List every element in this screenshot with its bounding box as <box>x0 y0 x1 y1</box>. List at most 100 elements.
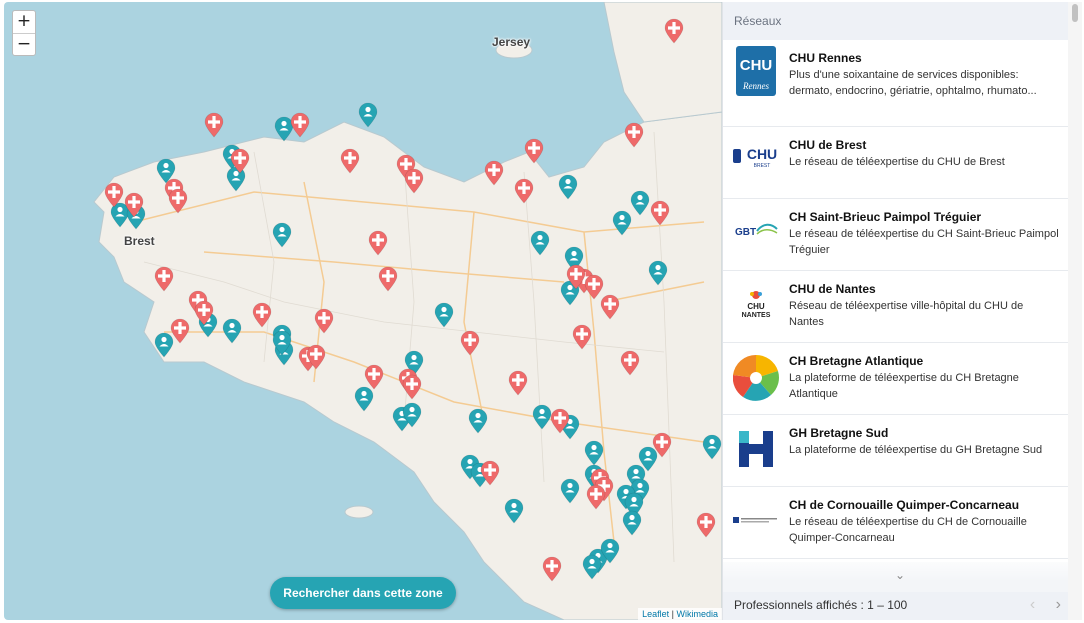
network-name: CH de Cornouaille Quimper-Concarneau <box>789 498 1020 512</box>
network-description: Le réseau de téléexpertise du CH de Corn… <box>789 516 1027 544</box>
professional-marker-icon[interactable] <box>530 230 550 256</box>
network-description: Le réseau de téléexpertise du CH Saint-B… <box>789 228 1059 256</box>
hospital-marker-icon[interactable] <box>314 308 334 334</box>
hospital-marker-icon[interactable] <box>340 148 360 174</box>
hospital-marker-icon[interactable] <box>364 364 384 390</box>
hospital-marker-icon[interactable] <box>252 302 272 328</box>
hospital-marker-icon[interactable] <box>378 266 398 292</box>
network-description: La plateforme de téléexpertise du GH Bre… <box>789 444 1043 456</box>
professional-marker-icon[interactable] <box>702 434 722 460</box>
hospital-marker-icon[interactable] <box>550 408 570 434</box>
wikimedia-link[interactable]: Wikimedia <box>676 609 718 619</box>
ch-saint-brieuc-logo: GBT <box>723 199 789 270</box>
map-label-jersey: Jersey <box>492 35 531 49</box>
svg-text:CHU: CHU <box>740 57 773 74</box>
network-card[interactable]: GBT CH Saint-Brieuc Paimpol Tréguier Le … <box>723 199 1069 271</box>
hospital-marker-icon[interactable] <box>154 266 174 292</box>
zoom-out-button[interactable]: − <box>13 33 35 55</box>
professional-marker-icon[interactable] <box>504 498 524 524</box>
hospital-marker-icon[interactable] <box>480 460 500 486</box>
hospital-marker-icon[interactable] <box>664 18 684 44</box>
professional-marker-icon[interactable] <box>434 302 454 328</box>
hospital-marker-icon[interactable] <box>620 350 640 376</box>
network-description: Plus d'une soixantaine de services dispo… <box>789 69 1037 97</box>
professional-marker-icon[interactable] <box>622 510 642 536</box>
svg-text:CHU: CHU <box>747 146 777 162</box>
network-card[interactable]: GH Bretagne Sud La plateforme de téléexp… <box>723 415 1069 487</box>
previous-page-button[interactable]: ‹ <box>1030 596 1035 613</box>
hospital-marker-icon[interactable] <box>306 344 326 370</box>
network-description: La plateforme de téléexpertise du CH Bre… <box>789 372 1019 400</box>
hospital-marker-icon[interactable] <box>508 370 528 396</box>
professional-marker-icon[interactable] <box>612 210 632 236</box>
hospital-marker-icon[interactable] <box>230 148 250 174</box>
chu-brest-logo: CHU BREST <box>723 127 789 198</box>
zoom-control: + − <box>12 10 36 56</box>
chu-rennes-logo: CHU Rennes <box>723 40 789 126</box>
svg-text:NANTES: NANTES <box>742 312 771 319</box>
network-card[interactable]: CHU Rennes CHU Rennes Plus d'une soixanta… <box>723 40 1069 127</box>
hospital-marker-icon[interactable] <box>524 138 544 164</box>
hospital-marker-icon[interactable] <box>572 324 592 350</box>
hospital-marker-icon[interactable] <box>168 188 188 214</box>
network-card[interactable]: CHU NANTES CHU de Nantes Réseau de téléex… <box>723 271 1069 343</box>
network-name: CHU de Nantes <box>789 282 876 296</box>
ch-cornouaille-logo <box>723 487 789 558</box>
professional-marker-icon[interactable] <box>600 538 620 564</box>
hospital-marker-icon[interactable] <box>204 112 224 138</box>
next-page-button[interactable]: › <box>1056 596 1061 613</box>
networks-panel: Réseaux CHU Rennes CHU Rennes Plus d'une … <box>722 2 1069 620</box>
network-card[interactable]: CHU BREST CHU de Brest Le réseau de télée… <box>723 127 1069 199</box>
professional-marker-icon[interactable] <box>532 404 552 430</box>
chevron-down-icon[interactable]: ⌄ <box>895 568 905 582</box>
map-attribution: Leaflet | Wikimedia <box>638 608 722 620</box>
hospital-marker-icon[interactable] <box>566 264 586 290</box>
leaflet-link[interactable]: Leaflet <box>642 609 669 619</box>
zoom-in-button[interactable]: + <box>13 11 35 33</box>
app: + − Jersey Brest Rechercher dans cette z… <box>0 0 1084 623</box>
professional-marker-icon[interactable] <box>584 440 604 466</box>
professional-marker-icon[interactable] <box>468 408 488 434</box>
hospital-marker-icon[interactable] <box>404 168 424 194</box>
search-zone-button[interactable]: Rechercher dans cette zone <box>270 577 456 609</box>
professional-marker-icon[interactable] <box>630 190 650 216</box>
network-card[interactable]: CH de Cornouaille Quimper-Concarneau Le … <box>723 487 1069 559</box>
panel-footer: Professionnels affichés : 1 – 100 ‹ › <box>723 592 1069 620</box>
svg-text:BREST: BREST <box>754 163 771 169</box>
hospital-marker-icon[interactable] <box>696 512 716 538</box>
hospital-marker-icon[interactable] <box>650 200 670 226</box>
hospital-marker-icon[interactable] <box>652 432 672 458</box>
network-name: GH Bretagne Sud <box>789 426 889 440</box>
hospital-marker-icon[interactable] <box>586 484 606 510</box>
network-list[interactable]: CHU Rennes CHU Rennes Plus d'une soixanta… <box>723 40 1069 580</box>
network-name: CH Saint-Brieuc Paimpol Tréguier <box>789 210 982 224</box>
professional-marker-icon[interactable] <box>358 102 378 128</box>
professional-marker-icon[interactable] <box>272 222 292 248</box>
hospital-marker-icon[interactable] <box>170 318 190 344</box>
hospital-marker-icon[interactable] <box>104 182 124 208</box>
scrollbar-thumb[interactable] <box>1072 4 1078 22</box>
professional-marker-icon[interactable] <box>222 318 242 344</box>
attribution-separator: | <box>671 609 674 619</box>
map[interactable]: + − Jersey Brest Rechercher dans cette z… <box>4 2 722 620</box>
professional-marker-icon[interactable] <box>582 554 602 580</box>
professional-marker-icon[interactable] <box>558 174 578 200</box>
network-description: Réseau de téléexpertise ville-hôpital du… <box>789 300 1024 328</box>
hospital-marker-icon[interactable] <box>194 300 214 326</box>
hospital-marker-icon[interactable] <box>542 556 562 582</box>
professional-marker-icon[interactable] <box>402 402 422 428</box>
network-card[interactable]: CH Bretagne Atlantique La plateforme de … <box>723 343 1069 415</box>
professional-marker-icon[interactable] <box>560 478 580 504</box>
professional-marker-icon[interactable] <box>272 330 292 356</box>
hospital-marker-icon[interactable] <box>514 178 534 204</box>
hospital-marker-icon[interactable] <box>460 330 480 356</box>
panel-scrollbar[interactable] <box>1068 2 1082 620</box>
hospital-marker-icon[interactable] <box>484 160 504 186</box>
hospital-marker-icon[interactable] <box>624 122 644 148</box>
hospital-marker-icon[interactable] <box>402 374 422 400</box>
hospital-marker-icon[interactable] <box>368 230 388 256</box>
hospital-marker-icon[interactable] <box>290 112 310 138</box>
hospital-marker-icon[interactable] <box>124 192 144 218</box>
hospital-marker-icon[interactable] <box>584 274 604 300</box>
professional-marker-icon[interactable] <box>648 260 668 286</box>
